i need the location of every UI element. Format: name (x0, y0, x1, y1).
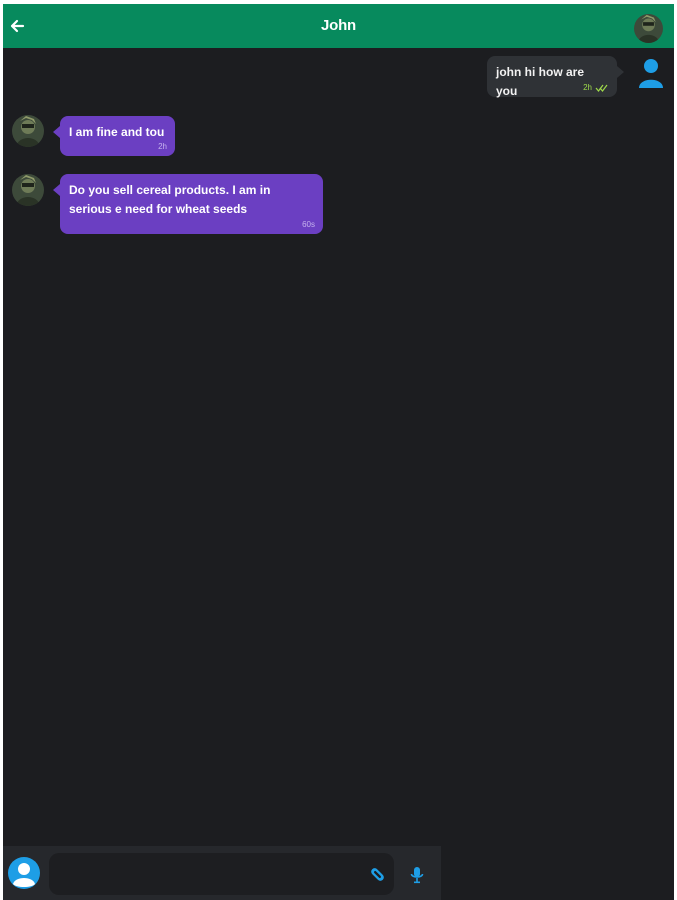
user-placeholder-icon (8, 857, 40, 889)
message-time: 60s (302, 220, 315, 229)
contact-avatar[interactable] (12, 174, 44, 206)
chat-window: John john hi how are you 2h I am fine an… (3, 4, 674, 900)
double-check-icon (595, 84, 608, 92)
attach-button[interactable] (369, 866, 386, 883)
message-bubble-incoming[interactable]: I am fine and tou 2h (53, 116, 175, 156)
paperclip-icon (371, 868, 384, 881)
chat-header: John (3, 4, 674, 48)
message-input-container (49, 853, 394, 897)
message-input[interactable] (63, 853, 357, 897)
contact-avatar[interactable] (12, 115, 44, 147)
message-bubble-outgoing[interactable]: john hi how are you 2h (487, 56, 624, 98)
message-composer (3, 846, 441, 900)
message-time: 2h (583, 83, 592, 92)
message-time: 2h (158, 142, 167, 151)
my-user-icon (638, 58, 664, 88)
message-meta: 2h (583, 83, 609, 93)
message-text: john hi how are you (496, 65, 585, 98)
microphone-button[interactable] (409, 866, 425, 884)
microphone-icon (410, 867, 424, 884)
message-text: I am fine and tou (69, 125, 165, 139)
chat-title: John (320, 17, 357, 34)
message-text: Do you sell cereal products. I am in ser… (69, 183, 271, 216)
contact-avatar[interactable] (634, 14, 663, 43)
message-bubble-incoming[interactable]: Do you sell cereal products. I am in ser… (53, 174, 323, 234)
